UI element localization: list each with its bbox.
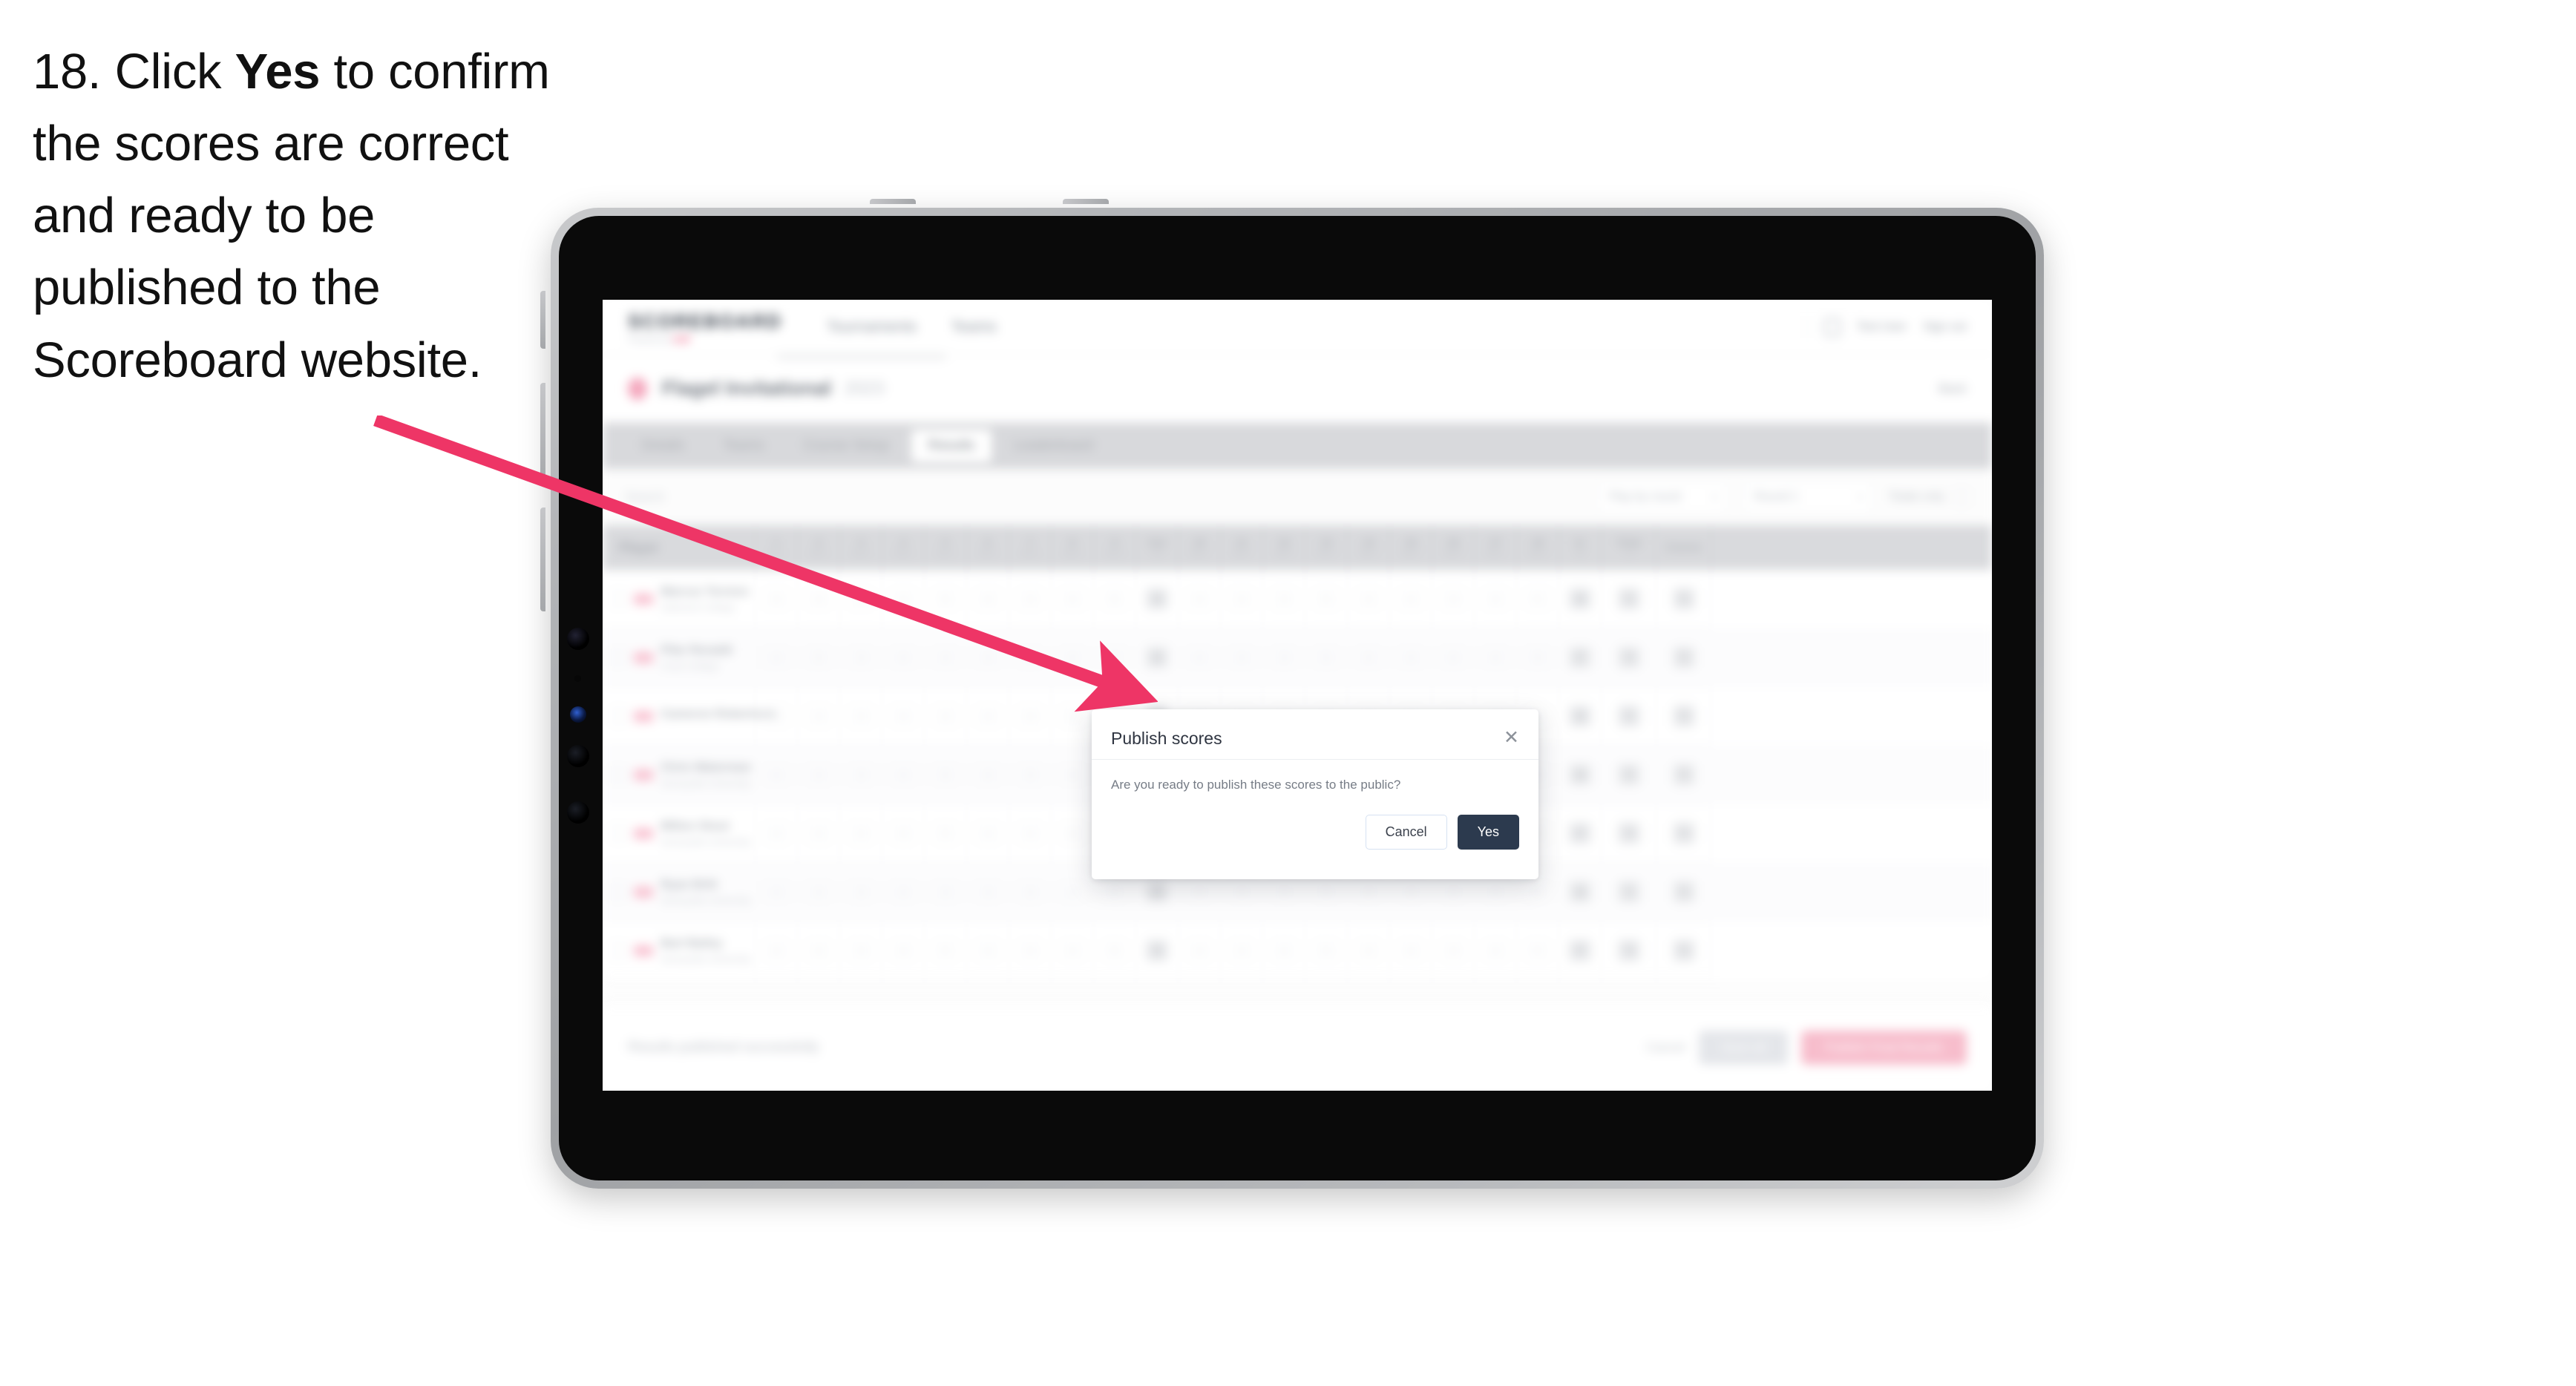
instruction-text: 18. Click Yes to confirm the scores are … (33, 36, 567, 396)
tablet-screen: SCOREBOARD Powered by Golf Tournaments T… (603, 300, 1992, 1091)
instruction-pre-text: Click (114, 44, 222, 99)
device-camera-tertiary-icon (567, 801, 589, 824)
instruction-bold-word: Yes (235, 44, 321, 99)
close-icon[interactable]: ✕ (1504, 729, 1519, 747)
modal-layer: Publish scores ✕ Are you ready to publis… (603, 300, 1992, 1091)
device-power-button[interactable] (540, 291, 545, 349)
dialog-actions: Cancel Yes (1092, 792, 1538, 850)
dialog-header: Publish scores ✕ (1092, 709, 1538, 760)
device-proximity-sensor-icon (570, 706, 586, 723)
device-front-camera-icon (567, 628, 589, 650)
device-top-button-left[interactable] (870, 199, 916, 204)
device-volume-up-button[interactable] (540, 383, 545, 487)
dialog-message: Are you ready to publish these scores to… (1111, 778, 1401, 792)
device-camera-secondary-icon (567, 745, 589, 767)
yes-button[interactable]: Yes (1457, 815, 1519, 850)
device-sensor-dot-icon (574, 675, 581, 682)
instruction-step-number: 18. (33, 44, 102, 99)
cancel-button[interactable]: Cancel (1365, 815, 1447, 850)
device-volume-down-button[interactable] (540, 508, 545, 611)
publish-scores-dialog: Publish scores ✕ Are you ready to publis… (1092, 709, 1538, 879)
device-top-button-right[interactable] (1063, 199, 1109, 204)
tablet-device: SCOREBOARD Powered by Golf Tournaments T… (540, 199, 2044, 1189)
dialog-title: Publish scores (1111, 729, 1222, 748)
